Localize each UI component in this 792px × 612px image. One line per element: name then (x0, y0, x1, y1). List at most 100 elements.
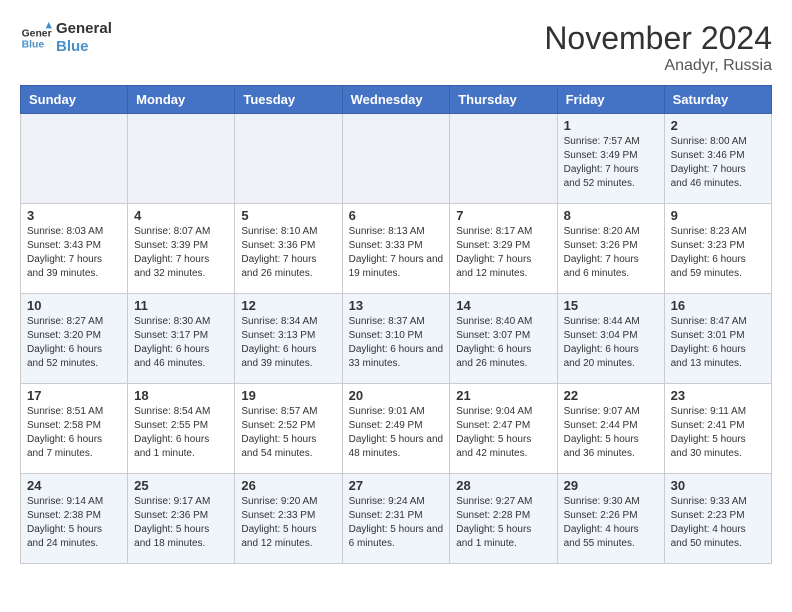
day-number: 30 (671, 478, 765, 493)
day-number: 24 (27, 478, 121, 493)
day-info: Sunrise: 8:00 AM Sunset: 3:46 PM Dayligh… (671, 135, 765, 191)
day-number: 14 (456, 298, 550, 313)
day-number: 12 (241, 298, 335, 313)
calendar-cell-w5-d1: 24 Sunrise: 9:14 AM Sunset: 2:38 PM Dayli… (21, 474, 128, 564)
day-info: Sunrise: 9:07 AM Sunset: 2:44 PM Dayligh… (564, 405, 658, 461)
header-sunday: Sunday (21, 86, 128, 114)
location: Anadyr, Russia (544, 57, 772, 75)
day-info: Sunrise: 9:01 AM Sunset: 2:49 PM Dayligh… (349, 405, 444, 461)
day-number: 9 (671, 208, 765, 223)
logo: General Blue General Blue (20, 20, 112, 56)
header-wednesday: Wednesday (342, 86, 450, 114)
day-info: Sunrise: 8:13 AM Sunset: 3:33 PM Dayligh… (349, 225, 444, 281)
logo-icon: General Blue (20, 22, 52, 54)
calendar-cell-w3-d1: 10Sunrise: 8:27 AM Sunset: 3:20 PM Dayli… (21, 294, 128, 384)
calendar-week-5: 24 Sunrise: 9:14 AM Sunset: 2:38 PM Dayli… (21, 474, 772, 564)
day-info: Sunrise: 9:24 AM Sunset: 2:31 PM Dayligh… (349, 495, 444, 551)
day-number: 7 (456, 208, 550, 223)
header-saturday: Saturday (664, 86, 771, 114)
calendar-cell-w1-d4 (342, 114, 450, 204)
title-block: November 2024 Anadyr, Russia (544, 20, 772, 75)
calendar-cell-w2-d6: 8 Sunrise: 8:20 AM Sunset: 3:26 PM Daylig… (557, 204, 664, 294)
day-number: 1 (564, 118, 658, 133)
day-number: 17 (27, 388, 121, 403)
day-info: Sunrise: 8:30 AM Sunset: 3:17 PM Dayligh… (134, 315, 228, 371)
month-title: November 2024 (544, 20, 772, 57)
calendar-cell-w1-d7: 2Sunrise: 8:00 AM Sunset: 3:46 PM Daylig… (664, 114, 771, 204)
calendar-cell-w3-d4: 13 Sunrise: 8:37 AM Sunset: 3:10 PM Dayli… (342, 294, 450, 384)
calendar-cell-w2-d2: 4Sunrise: 8:07 AM Sunset: 3:39 PM Daylig… (128, 204, 235, 294)
day-number: 25 (134, 478, 228, 493)
header-tuesday: Tuesday (235, 86, 342, 114)
day-number: 23 (671, 388, 765, 403)
calendar-cell-w2-d5: 7 Sunrise: 8:17 AM Sunset: 3:29 PM Daylig… (450, 204, 557, 294)
day-info: Sunrise: 8:40 AM Sunset: 3:07 PM Dayligh… (456, 315, 550, 371)
calendar-cell-w5-d5: 28Sunrise: 9:27 AM Sunset: 2:28 PM Dayli… (450, 474, 557, 564)
day-number: 16 (671, 298, 765, 313)
calendar-cell-w1-d2 (128, 114, 235, 204)
svg-text:General: General (22, 28, 52, 39)
calendar-week-2: 3 Sunrise: 8:03 AM Sunset: 3:43 PM Daylig… (21, 204, 772, 294)
day-info: Sunrise: 9:17 AM Sunset: 2:36 PM Dayligh… (134, 495, 228, 551)
logo-subtext: Blue (56, 38, 112, 56)
day-number: 4 (134, 208, 228, 223)
calendar-cell-w4-d2: 18 Sunrise: 8:54 AM Sunset: 2:55 PM Dayli… (128, 384, 235, 474)
day-info: Sunrise: 8:23 AM Sunset: 3:23 PM Dayligh… (671, 225, 765, 281)
calendar-cell-w1-d6: 1 Sunrise: 7:57 AM Sunset: 3:49 PM Daylig… (557, 114, 664, 204)
calendar-cell-w5-d2: 25 Sunrise: 9:17 AM Sunset: 2:36 PM Dayli… (128, 474, 235, 564)
calendar-week-1: 1 Sunrise: 7:57 AM Sunset: 3:49 PM Daylig… (21, 114, 772, 204)
calendar-cell-w1-d3 (235, 114, 342, 204)
day-info: Sunrise: 9:30 AM Sunset: 2:26 PM Dayligh… (564, 495, 658, 551)
calendar-cell-w2-d3: 5 Sunrise: 8:10 AM Sunset: 3:36 PM Daylig… (235, 204, 342, 294)
calendar-cell-w5-d6: 29 Sunrise: 9:30 AM Sunset: 2:26 PM Dayli… (557, 474, 664, 564)
day-number: 22 (564, 388, 658, 403)
day-info: Sunrise: 8:57 AM Sunset: 2:52 PM Dayligh… (241, 405, 335, 461)
calendar-cell-w4-d4: 20 Sunrise: 9:01 AM Sunset: 2:49 PM Dayli… (342, 384, 450, 474)
day-number: 5 (241, 208, 335, 223)
day-info: Sunrise: 8:51 AM Sunset: 2:58 PM Dayligh… (27, 405, 121, 461)
day-info: Sunrise: 9:20 AM Sunset: 2:33 PM Dayligh… (241, 495, 335, 551)
day-info: Sunrise: 9:14 AM Sunset: 2:38 PM Dayligh… (27, 495, 121, 551)
calendar-cell-w3-d3: 12Sunrise: 8:34 AM Sunset: 3:13 PM Dayli… (235, 294, 342, 384)
day-number: 8 (564, 208, 658, 223)
calendar-cell-w2-d4: 6Sunrise: 8:13 AM Sunset: 3:33 PM Daylig… (342, 204, 450, 294)
calendar-cell-w4-d5: 21Sunrise: 9:04 AM Sunset: 2:47 PM Dayli… (450, 384, 557, 474)
header-monday: Monday (128, 86, 235, 114)
day-number: 13 (349, 298, 444, 313)
day-info: Sunrise: 8:10 AM Sunset: 3:36 PM Dayligh… (241, 225, 335, 281)
calendar-cell-w3-d2: 11 Sunrise: 8:30 AM Sunset: 3:17 PM Dayli… (128, 294, 235, 384)
day-number: 3 (27, 208, 121, 223)
day-info: Sunrise: 8:03 AM Sunset: 3:43 PM Dayligh… (27, 225, 121, 281)
day-number: 15 (564, 298, 658, 313)
day-number: 29 (564, 478, 658, 493)
calendar-cell-w5-d7: 30 Sunrise: 9:33 AM Sunset: 2:23 PM Dayli… (664, 474, 771, 564)
calendar-cell-w1-d5 (450, 114, 557, 204)
calendar-week-4: 17 Sunrise: 8:51 AM Sunset: 2:58 PM Dayli… (21, 384, 772, 474)
day-number: 19 (241, 388, 335, 403)
day-info: Sunrise: 8:37 AM Sunset: 3:10 PM Dayligh… (349, 315, 444, 371)
day-number: 20 (349, 388, 444, 403)
day-info: Sunrise: 9:27 AM Sunset: 2:28 PM Dayligh… (456, 495, 550, 551)
day-info: Sunrise: 8:54 AM Sunset: 2:55 PM Dayligh… (134, 405, 228, 461)
calendar-cell-w5-d3: 26 Sunrise: 9:20 AM Sunset: 2:33 PM Dayli… (235, 474, 342, 564)
day-info: Sunrise: 8:20 AM Sunset: 3:26 PM Dayligh… (564, 225, 658, 281)
day-info: Sunrise: 8:44 AM Sunset: 3:04 PM Dayligh… (564, 315, 658, 371)
day-number: 10 (27, 298, 121, 313)
day-info: Sunrise: 9:33 AM Sunset: 2:23 PM Dayligh… (671, 495, 765, 551)
header-friday: Friday (557, 86, 664, 114)
day-number: 11 (134, 298, 228, 313)
calendar-cell-w2-d7: 9 Sunrise: 8:23 AM Sunset: 3:23 PM Daylig… (664, 204, 771, 294)
calendar-week-3: 10Sunrise: 8:27 AM Sunset: 3:20 PM Dayli… (21, 294, 772, 384)
day-number: 26 (241, 478, 335, 493)
page-header: General Blue General Blue November 2024 … (20, 20, 772, 75)
day-number: 21 (456, 388, 550, 403)
calendar-cell-w4-d1: 17 Sunrise: 8:51 AM Sunset: 2:58 PM Dayli… (21, 384, 128, 474)
calendar-cell-w3-d6: 15 Sunrise: 8:44 AM Sunset: 3:04 PM Dayli… (557, 294, 664, 384)
day-info: Sunrise: 8:47 AM Sunset: 3:01 PM Dayligh… (671, 315, 765, 371)
calendar-cell-w3-d7: 16 Sunrise: 8:47 AM Sunset: 3:01 PM Dayli… (664, 294, 771, 384)
day-number: 18 (134, 388, 228, 403)
day-info: Sunrise: 7:57 AM Sunset: 3:49 PM Dayligh… (564, 135, 658, 191)
calendar-table: Sunday Monday Tuesday Wednesday Thursday… (20, 85, 772, 564)
day-info: Sunrise: 8:17 AM Sunset: 3:29 PM Dayligh… (456, 225, 550, 281)
day-info: Sunrise: 9:11 AM Sunset: 2:41 PM Dayligh… (671, 405, 765, 461)
